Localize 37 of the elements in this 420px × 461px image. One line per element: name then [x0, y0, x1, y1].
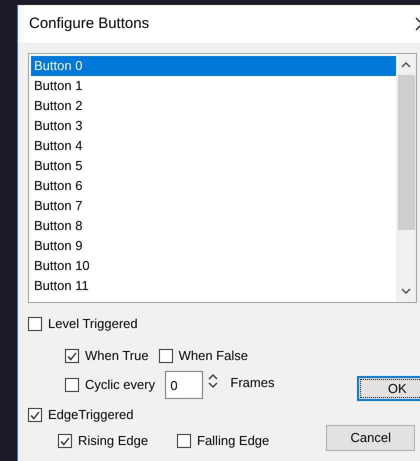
scrollbar[interactable]: [396, 54, 416, 302]
cancel-button[interactable]: Cancel: [326, 425, 416, 451]
list-item[interactable]: Button 9: [31, 236, 396, 256]
checkbox[interactable]: [177, 434, 191, 448]
checkbox[interactable]: [58, 434, 72, 448]
list-item[interactable]: Button 11: [31, 276, 396, 296]
ok-button[interactable]: OK: [357, 376, 420, 401]
checkbox-label: Falling Edge: [197, 432, 270, 450]
checkbox-label: When True: [85, 347, 149, 366]
list-item[interactable]: Button 10: [31, 256, 396, 276]
list-item[interactable]: Button 2: [31, 96, 396, 116]
checkbox[interactable]: [28, 408, 42, 422]
frames-field[interactable]: 0: [165, 371, 204, 399]
list-item[interactable]: Button 8: [31, 216, 396, 236]
list-item[interactable]: Button 7: [31, 196, 396, 216]
list-item[interactable]: Button 3: [31, 116, 396, 136]
checkbox-label: Cyclic every: [85, 376, 156, 394]
checkbox[interactable]: [158, 349, 173, 363]
scroll-up-icon[interactable]: [401, 62, 411, 68]
list-item[interactable]: Button 5: [31, 156, 396, 176]
window-title: Configure Buttons: [29, 14, 150, 34]
spin-up-icon[interactable]: [208, 373, 218, 380]
checkbox-label: EdgeTriggered: [48, 406, 134, 424]
scroll-down-icon[interactable]: [401, 288, 411, 294]
spin-down-icon[interactable]: [208, 382, 218, 389]
checkbox[interactable]: [65, 349, 79, 363]
checkbox[interactable]: [28, 317, 42, 331]
list-item[interactable]: Button 1: [31, 76, 396, 96]
checkbox-label: Level Triggered: [48, 315, 138, 334]
scrollbar-thumb[interactable]: [398, 75, 414, 230]
list-item[interactable]: Button 0: [31, 56, 396, 76]
list-item[interactable]: Button 6: [31, 176, 396, 196]
checkbox-label: When False: [178, 347, 248, 366]
checkbox-label: Rising Edge: [78, 432, 148, 450]
frames-label: Frames: [230, 374, 274, 392]
list-item[interactable]: Button 4: [31, 136, 396, 156]
checkbox[interactable]: [65, 378, 79, 392]
